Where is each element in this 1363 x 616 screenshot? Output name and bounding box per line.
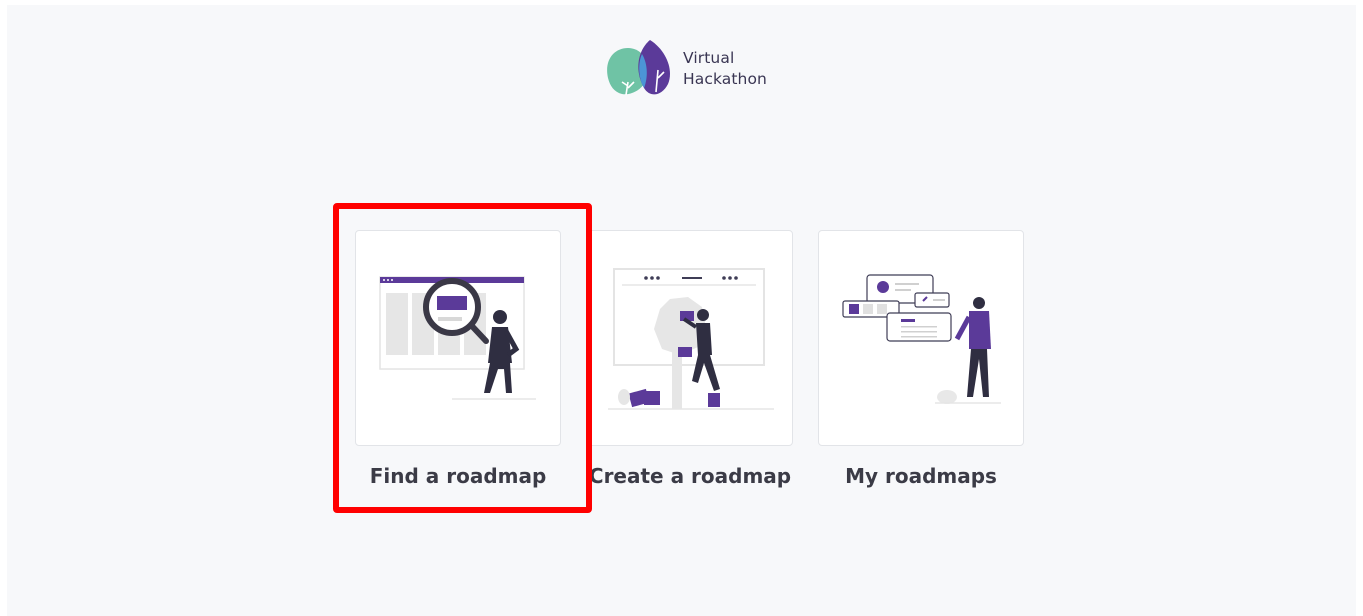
brand-name-line1: Virtual xyxy=(683,49,735,67)
find-roadmap-card[interactable] xyxy=(355,230,561,446)
building-tree-person-illustration xyxy=(608,268,774,410)
find-roadmap-label[interactable]: Find a roadmap xyxy=(348,464,568,488)
person-with-cards-illustration xyxy=(842,274,1001,404)
two-leaf-logo-icon xyxy=(607,40,670,96)
create-roadmap-label[interactable]: Create a roadmap xyxy=(580,464,800,488)
brand-name: Virtual Hackathon xyxy=(683,48,767,90)
brand-name-line2: Hackathon xyxy=(683,70,767,88)
my-roadmaps-card[interactable] xyxy=(818,230,1024,446)
my-roadmaps-label[interactable]: My roadmaps xyxy=(811,464,1031,488)
brand-logo[interactable]: Virtual Hackathon xyxy=(604,38,784,100)
magnifying-glass-person-illustration xyxy=(379,276,536,400)
create-roadmap-card[interactable] xyxy=(587,230,793,446)
